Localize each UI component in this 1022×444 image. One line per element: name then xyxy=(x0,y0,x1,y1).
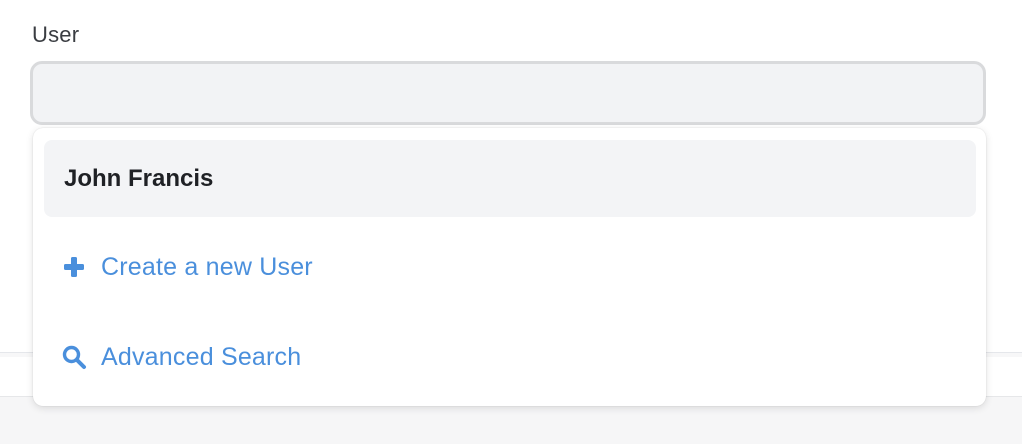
user-search-input[interactable] xyxy=(30,61,986,125)
search-icon xyxy=(61,344,87,370)
dropdown-option-user[interactable]: John Francis xyxy=(44,140,976,217)
advanced-search-label: Advanced Search xyxy=(101,342,302,371)
plus-icon xyxy=(61,254,87,280)
create-new-user-label: Create a new User xyxy=(101,252,313,281)
option-user-name: John Francis xyxy=(64,164,214,192)
create-new-user-button[interactable]: Create a new User xyxy=(61,247,313,287)
user-dropdown: John Francis Create a new User Advanced … xyxy=(33,128,986,406)
user-field-label: User xyxy=(32,22,80,47)
advanced-search-button[interactable]: Advanced Search xyxy=(61,337,301,377)
page: User John Francis Create a new User Adva… xyxy=(0,0,1022,444)
